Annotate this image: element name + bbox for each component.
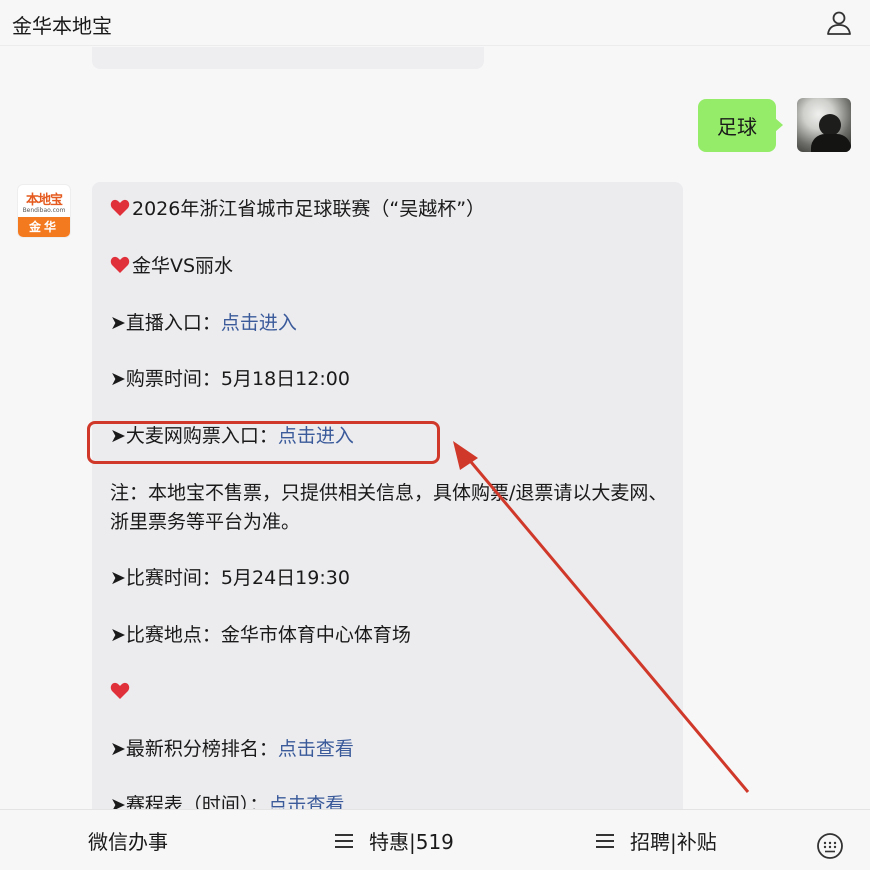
- my-message-text: 足球: [717, 115, 757, 139]
- highlight-box: [87, 421, 440, 464]
- menu-item-label: 招聘|补贴: [630, 830, 717, 854]
- heart-icon: [110, 682, 130, 699]
- my-message-bubble[interactable]: 足球: [698, 99, 783, 152]
- avatar-figure-head: [819, 114, 841, 136]
- avatar-logo-text: 本地宝: [25, 193, 63, 208]
- message-line-title: 2026年浙江省城市足球联赛（“吴越杯”）: [110, 195, 485, 224]
- schedule-link[interactable]: 点击查看: [268, 794, 344, 809]
- menu-item-label: 特惠|519: [369, 830, 454, 854]
- ranking-label: ➤最新积分榜排名：: [110, 738, 278, 760]
- my-avatar[interactable]: [797, 98, 851, 152]
- menu-item-label: 微信办事: [88, 830, 168, 854]
- keyboard-icon[interactable]: [816, 832, 844, 860]
- message-line-schedule: ➤赛程表（时间）：点击查看: [110, 791, 344, 809]
- user-icon[interactable]: [826, 10, 852, 36]
- menu-hamburger-icon: [596, 833, 614, 848]
- message-line-note: 注：本地宝不售票，只提供相关信息，具体购票/退票请以大麦网、浙里票务等平台为准。: [110, 482, 668, 533]
- live-entry-label: ➤直播入口：: [110, 312, 221, 334]
- menu-item-wechat-services[interactable]: 微信办事: [88, 810, 168, 870]
- menu-item-deals[interactable]: 特惠|519: [335, 810, 454, 870]
- heart-icon: [110, 199, 130, 216]
- message-line-match: 金华VS丽水: [110, 252, 233, 281]
- match-teams-text: 金华VS丽水: [132, 255, 234, 277]
- message-line-ticket-time: ➤购票时间：5月18日12:00: [110, 368, 350, 390]
- heart-icon: [110, 256, 130, 273]
- previous-message-bubble: [92, 47, 484, 69]
- page-title: 金华本地宝: [12, 14, 112, 38]
- schedule-label: ➤赛程表（时间）：: [110, 794, 269, 809]
- bottom-menu-bar: 微信办事 特惠|519 招聘|补贴: [0, 809, 870, 870]
- message-line-heart: [110, 678, 132, 707]
- avatar-figure-body: [811, 134, 851, 152]
- message-line-match-time: ➤比赛时间：5月24日19:30: [110, 567, 350, 589]
- message-line-live: ➤直播入口：点击进入: [110, 309, 297, 338]
- menu-hamburger-icon: [335, 833, 353, 848]
- live-entry-link[interactable]: 点击进入: [221, 312, 297, 334]
- avatar-logo-subtext: Bendibao.com: [22, 207, 66, 214]
- message-line-ranking: ➤最新积分榜排名：点击查看: [110, 735, 354, 764]
- bot-avatar[interactable]: 本地宝 Bendibao.com 金华: [17, 184, 71, 238]
- menu-item-jobs[interactable]: 招聘|补贴: [596, 810, 717, 870]
- message-title-text: 2026年浙江省城市足球联赛（“吴越杯”）: [132, 198, 486, 220]
- top-bar: 金华本地宝: [0, 0, 870, 46]
- avatar-city-band: 金华: [18, 217, 70, 237]
- ranking-link[interactable]: 点击查看: [278, 738, 354, 760]
- message-line-match-place: ➤比赛地点：金华市体育中心体育场: [110, 624, 411, 646]
- bot-message-bubble: 2026年浙江省城市足球联赛（“吴越杯”） 金华VS丽水 ➤直播入口：点击进入 …: [92, 182, 683, 809]
